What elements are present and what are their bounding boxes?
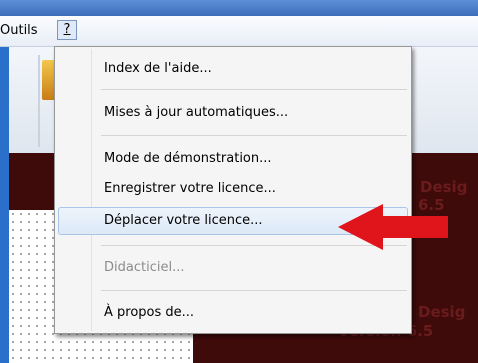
menu-item-didacticiel[interactable]: Didacticiel...	[58, 254, 408, 282]
menu-separator	[101, 89, 407, 90]
window-titlebar	[0, 0, 478, 16]
menu-item-index-aide[interactable]: Index de l'aide...	[58, 55, 408, 83]
watermark-text: Desig	[418, 303, 466, 321]
red-pointer-arrow-icon	[338, 204, 448, 250]
menu-outils[interactable]: Outils	[0, 23, 38, 38]
watermark-text: Desig	[420, 178, 468, 196]
menu-item-enregistrer-licence[interactable]: Enregistrer votre licence...	[58, 175, 408, 203]
menu-item-mises-a-jour[interactable]: Mises à jour automatiques...	[58, 99, 408, 127]
menu-item-a-propos[interactable]: À propos de...	[58, 299, 408, 327]
menu-help[interactable]: ?	[57, 20, 77, 40]
menu-separator	[101, 135, 407, 136]
menu-separator	[101, 290, 407, 291]
toolbar-separator	[38, 55, 40, 147]
help-menu-dropdown: Index de l'aide... Mises à jour automati…	[54, 46, 412, 334]
menu-item-mode-demonstration[interactable]: Mode de démonstration...	[58, 145, 408, 173]
window-frame-left	[0, 47, 9, 363]
